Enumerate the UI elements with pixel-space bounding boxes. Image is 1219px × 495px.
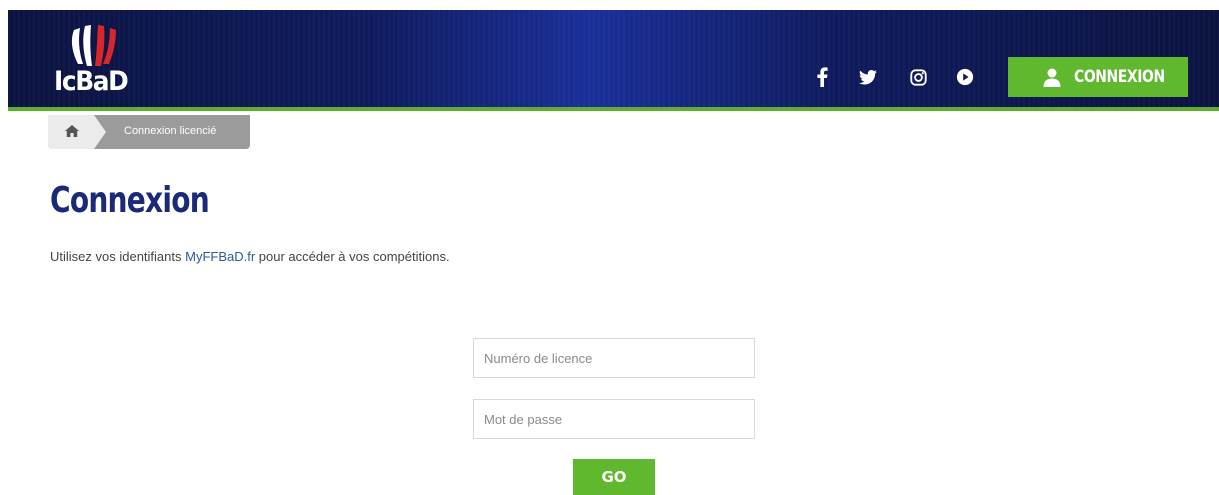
myffbad-link[interactable]: MyFFBaD.fr xyxy=(185,249,255,264)
connexion-label: CONNEXION xyxy=(1074,67,1165,87)
breadcrumb-home[interactable] xyxy=(48,115,94,149)
password-input[interactable] xyxy=(473,399,755,439)
licence-number-input[interactable] xyxy=(473,338,755,378)
intro-text-end: pour accéder à vos compétitions. xyxy=(255,249,450,264)
breadcrumb: Connexion licencié xyxy=(48,115,250,149)
home-icon xyxy=(65,125,79,137)
go-button[interactable]: GO xyxy=(573,459,655,495)
breadcrumb-separator xyxy=(94,115,106,149)
user-icon xyxy=(1043,68,1061,87)
page-title: Connexion xyxy=(50,180,210,221)
intro-text-start: Utilisez vos identifiants xyxy=(50,249,186,264)
youtube-icon[interactable] xyxy=(954,66,976,88)
intro-text: Utilisez vos identifiants MyFFBaD.fr pou… xyxy=(50,249,450,264)
site-header: IcBaD CONNEXION xyxy=(8,10,1219,107)
shuttlecock-feathers-icon xyxy=(71,25,116,66)
icbad-logo[interactable]: IcBaD xyxy=(54,24,134,97)
twitter-icon[interactable] xyxy=(857,66,879,88)
breadcrumb-current: Connexion licencié xyxy=(124,125,217,137)
instagram-icon[interactable] xyxy=(907,66,929,88)
logo-text: IcBaD xyxy=(54,66,129,97)
connexion-button[interactable]: CONNEXION xyxy=(1008,57,1188,97)
facebook-icon[interactable] xyxy=(811,66,833,88)
header-accent-bar xyxy=(8,107,1219,111)
